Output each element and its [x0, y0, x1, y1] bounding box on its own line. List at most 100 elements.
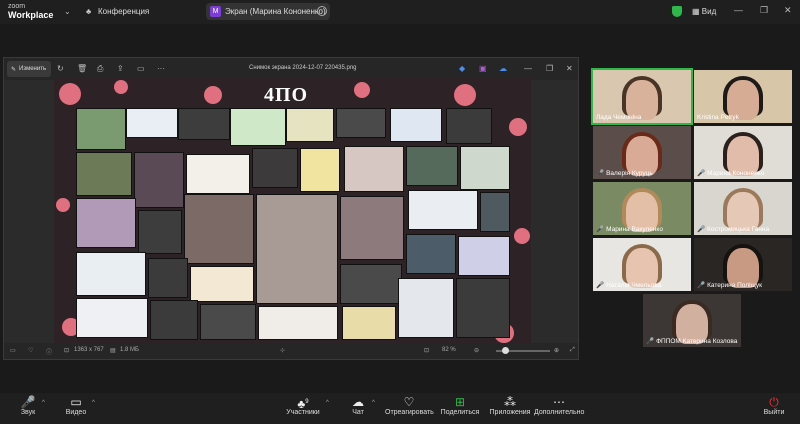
view-label: Вид: [701, 7, 717, 16]
mic-muted-icon: 🎤: [596, 282, 605, 289]
participants-count: 9: [305, 399, 309, 405]
sharer-avatar: M: [210, 6, 221, 17]
participant-tile[interactable]: 🎤 Катерина Поліщук: [694, 238, 792, 291]
actual-size-icon[interactable]: ⊡: [424, 347, 429, 354]
participant-name: 🎤 Марина Кононенко: [697, 170, 765, 177]
photo-viewer-statusbar: ▭ ♡ ⓘ ⊡ 1363 x 767 ▤ 1.8 МБ ⊹ ⊡ 82 % ⊖ ⊕…: [4, 343, 578, 359]
restore-icon[interactable]: ❐: [760, 5, 768, 16]
meeting-toolbar: 🎤 Звук ^ ▭ Видео ^ ♣9 Участники ^ ☁ Чат ^ ♡ О…: [0, 393, 800, 424]
audio-options-caret[interactable]: ^: [42, 400, 45, 406]
zoom-out-icon[interactable]: ⊖: [474, 347, 479, 354]
fit-screen-icon[interactable]: ⊹: [280, 347, 285, 354]
participant-tile[interactable]: 🎤 Валерія Куруць: [593, 126, 691, 179]
participant-name: Kristina Petryk: [697, 114, 739, 121]
participant-name: 🎤 ФППОМ Катерина Козлова: [646, 338, 738, 345]
screen-share-label: Экран (Марина Кононенко): [225, 7, 326, 16]
participant-name: 🎤 Наталія Чмельова: [596, 282, 662, 289]
participant-tile[interactable]: Лада Чемоніна: [591, 68, 693, 125]
participant-tile[interactable]: 🎤 ФППОМ Катерина Козлова: [643, 294, 741, 347]
video-options-caret[interactable]: ^: [92, 400, 95, 406]
onedrive-icon[interactable]: ☁: [499, 64, 507, 73]
more-button[interactable]: ⋯ Дополнительно: [534, 395, 584, 416]
film-strip-icon[interactable]: ▭: [10, 347, 16, 354]
image-dimensions: 1363 x 767: [74, 347, 104, 353]
chat-icon: ☁: [352, 395, 364, 409]
favorite-icon[interactable]: ♡: [28, 347, 33, 354]
chevron-down-icon[interactable]: ⌄: [64, 7, 71, 16]
conference-label: Конференция: [98, 7, 150, 16]
mic-muted-icon: 🎤: [20, 395, 36, 409]
participant-tile[interactable]: Kristina Petryk: [694, 70, 792, 123]
view-menu[interactable]: ▦ Вид: [692, 7, 716, 16]
zoom-logo: zoom Workplace: [8, 3, 54, 20]
participant-name: 🎤 Костромицька Ганна: [697, 226, 770, 233]
viewer-restore-icon[interactable]: ❐: [546, 64, 553, 73]
print-icon[interactable]: ⎙: [97, 64, 103, 74]
participant-tile[interactable]: 🎤 Наталія Чмельова: [593, 238, 691, 291]
edit-button-label: Изменить: [19, 66, 47, 72]
delete-icon[interactable]: 🗑: [77, 64, 87, 73]
security-shield-icon[interactable]: [672, 6, 682, 17]
screen-share-pill[interactable]: M Экран (Марина Кононенко) ···: [206, 3, 330, 20]
info-icon[interactable]: ⓘ: [46, 347, 52, 356]
shared-screen: ✎ Изменить ↻ 🗑 ⎙ ⇪ ▭ ··· Снимок экрана 20…: [3, 57, 579, 360]
slideshow-icon[interactable]: ▭: [137, 64, 145, 73]
collage-title: 4ПО: [264, 84, 309, 106]
mic-muted-icon: 🎤: [697, 282, 706, 289]
collage-image: 4ПО: [54, 78, 531, 343]
participant-tile[interactable]: 🎤 Марина Кононенко: [694, 126, 792, 179]
people-icon: ♣: [86, 7, 92, 16]
heart-icon: ♡: [403, 395, 415, 409]
zoom-slider-handle[interactable]: [502, 347, 509, 354]
designer-icon[interactable]: ◆: [459, 64, 465, 73]
viewer-close-icon[interactable]: ✕: [566, 64, 573, 73]
chat-button[interactable]: ☁ Чат: [348, 395, 368, 416]
participant-name: 🎤 Валерія Куруць: [596, 170, 653, 177]
filesize-icon: ▤: [110, 348, 116, 354]
photo-viewer-toolbar: ✎ Изменить ↻ 🗑 ⎙ ⇪ ▭ ··· Снимок экрана 20…: [4, 58, 578, 80]
participants-button[interactable]: ♣9 Участники: [282, 395, 324, 416]
mic-muted-icon: 🎤: [646, 338, 655, 345]
mic-muted-icon: 🎤: [596, 170, 605, 177]
image-filesize: 1.8 МБ: [120, 347, 139, 353]
participants-icon: ♣9: [297, 397, 309, 411]
participant-name: Лада Чемоніна: [596, 114, 642, 121]
react-button[interactable]: ♡ Отреагировать: [385, 395, 434, 416]
conference-menu[interactable]: ♣ Конференция: [86, 7, 149, 16]
logo-line2: Workplace: [8, 10, 54, 20]
zoom-level[interactable]: 82 %: [442, 347, 456, 353]
fullscreen-icon[interactable]: ⤢: [570, 347, 575, 354]
share-screen-button[interactable]: ⊞ Поделиться: [440, 395, 480, 416]
grid-icon: ▦: [692, 7, 700, 16]
participant-tile[interactable]: 🎤 Костромицька Ганна: [694, 182, 792, 235]
mic-muted-icon: 🎤: [697, 226, 706, 233]
apps-icon: ⁂: [504, 395, 516, 409]
mic-muted-icon: 🎤: [697, 170, 706, 177]
dimensions-icon: ⊡: [64, 348, 70, 354]
clipchamp-icon[interactable]: ▣: [479, 64, 487, 73]
zoom-in-icon[interactable]: ⊕: [554, 347, 559, 354]
video-button[interactable]: ▭ Видео: [62, 395, 90, 416]
more-icon[interactable]: ···: [317, 6, 327, 16]
file-name: Снимок экрана 2024-12-07 220435.png: [249, 65, 357, 71]
more-options-icon[interactable]: ···: [157, 64, 165, 73]
rotate-icon[interactable]: ↻: [57, 64, 64, 73]
participant-name: 🎤 Марина Вакуленко: [596, 226, 663, 233]
edit-icon: ✎: [11, 66, 17, 73]
audio-button[interactable]: 🎤 Звук: [16, 395, 40, 416]
leave-button[interactable]: ⏻ Выйти: [762, 395, 786, 416]
participants-options-caret[interactable]: ^: [326, 400, 329, 406]
minimize-icon[interactable]: —: [734, 5, 743, 15]
participant-name: 🎤 Катерина Поліщук: [697, 282, 763, 289]
mic-muted-icon: 🎤: [596, 226, 605, 233]
close-icon[interactable]: ✕: [784, 5, 792, 16]
leave-icon: ⏻: [769, 395, 779, 409]
camera-icon: ▭: [70, 395, 82, 409]
participant-tile[interactable]: 🎤 Марина Вакуленко: [593, 182, 691, 235]
top-bar: zoom Workplace ⌄ ♣ Конференция M Экран (М…: [0, 0, 800, 24]
chat-options-caret[interactable]: ^: [372, 400, 375, 406]
viewer-minimize-icon[interactable]: —: [524, 64, 532, 73]
share-icon[interactable]: ⇪: [117, 64, 124, 73]
edit-button[interactable]: ✎ Изменить: [7, 61, 51, 77]
apps-button[interactable]: ⁂ Приложения: [488, 395, 532, 416]
